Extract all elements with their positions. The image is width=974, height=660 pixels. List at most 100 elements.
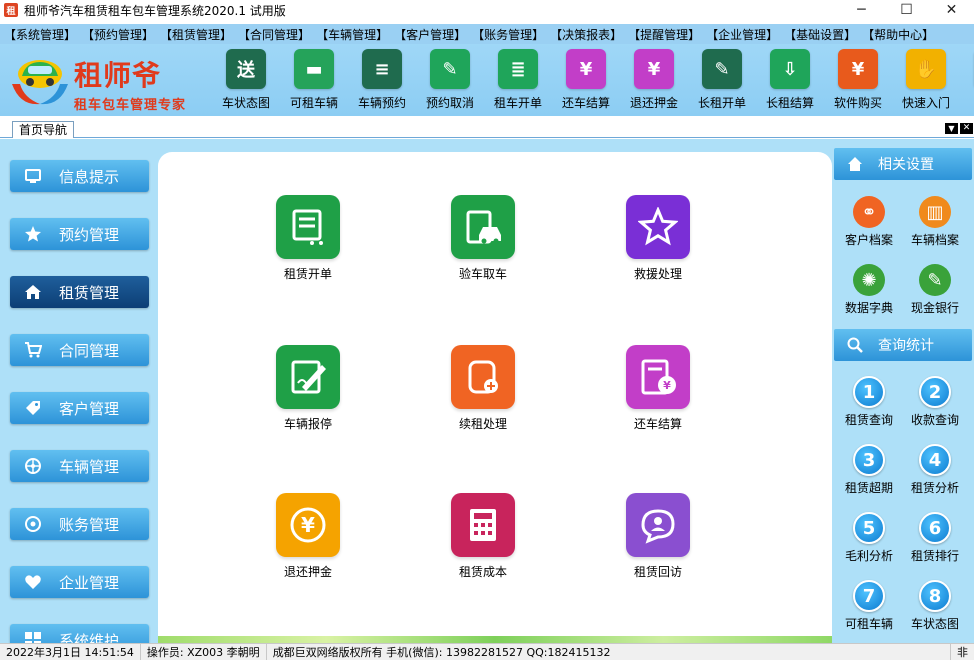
menu-contract[interactable]: 【合同管理】 xyxy=(238,26,310,43)
toolbar-button-4[interactable]: ✎ 预约取消 xyxy=(416,49,484,113)
toolbar-label: 长租结算 xyxy=(765,96,814,110)
toolbar-button-10[interactable]: ¥ 软件购买 xyxy=(824,49,892,113)
toolbar-button-1[interactable]: 送车状态图 xyxy=(212,49,280,113)
toolbar-button-12[interactable]: ⏻退出 xyxy=(960,49,974,113)
stat-label: 租赁分析 xyxy=(910,481,959,495)
function-label: 续租处理 xyxy=(458,417,507,431)
stat-1[interactable]: 1 租赁查询 xyxy=(836,376,902,428)
function-vehicle-stop[interactable]: 车辆报停 xyxy=(253,345,363,432)
menu-enterprise[interactable]: 【企业管理】 xyxy=(706,26,778,43)
toolbar-button-2[interactable]: ▬ 可租车辆 xyxy=(280,49,348,113)
nav-label: 车辆管理 xyxy=(59,457,120,476)
menu-booking[interactable]: 【预约管理】 xyxy=(82,26,154,43)
function-calculator[interactable]: 租赁成本 xyxy=(428,493,538,580)
nav-button-3[interactable]: 租赁管理 xyxy=(10,276,149,308)
stat-7[interactable]: 7 可租车辆 xyxy=(836,580,902,632)
scan-icon: ⇩ xyxy=(770,49,810,89)
nav-button-8[interactable]: 企业管理 xyxy=(10,566,149,598)
menu-reminders[interactable]: 【提醒管理】 xyxy=(628,26,700,43)
deposit-refund-icon: ¥ xyxy=(276,493,340,557)
setting-3[interactable]: ✺ 数据字典 xyxy=(836,264,902,316)
setting-label: 车辆档案 xyxy=(910,233,959,247)
menu-reports[interactable]: 【决策报表】 xyxy=(550,26,622,43)
toolbar-button-9[interactable]: ⇩ 长租结算 xyxy=(756,49,824,113)
status-datetime: 2022年3月1日 14:51:54 xyxy=(0,644,141,660)
function-chat-visit[interactable]: 租赁回访 xyxy=(603,493,713,580)
renewal-icon xyxy=(451,345,515,409)
minimize-button[interactable]: ─ xyxy=(839,0,884,20)
tab-home-nav[interactable]: 首页导航 xyxy=(12,121,75,138)
menu-accounts[interactable]: 【账务管理】 xyxy=(472,26,544,43)
stat-4[interactable]: 4 租赁分析 xyxy=(902,444,968,496)
function-renewal[interactable]: 续租处理 xyxy=(428,345,538,432)
function-label: 退还押金 xyxy=(283,565,332,579)
setting-label: 现金银行 xyxy=(910,301,959,315)
number-4-icon: 4 xyxy=(919,444,951,476)
shopping-icon: ¥ xyxy=(838,49,878,89)
rescue-star-icon xyxy=(626,195,690,259)
setting-4[interactable]: ✎ 现金银行 xyxy=(902,264,968,316)
setting-1[interactable]: ⚭ 客户档案 xyxy=(836,196,902,248)
toolbar-button-6[interactable]: ¥ 还车结算 xyxy=(552,49,620,113)
nav-label: 客户管理 xyxy=(59,399,120,418)
nav-button-2[interactable]: 预约管理 xyxy=(10,218,149,250)
function-deposit-refund[interactable]: ¥ 退还押金 xyxy=(253,493,363,580)
rental-order-icon xyxy=(276,195,340,259)
menu-help[interactable]: 【帮助中心】 xyxy=(862,26,934,43)
toolbar-button-5[interactable]: ≣ 租车开单 xyxy=(484,49,552,113)
stat-6[interactable]: 6 租赁排行 xyxy=(902,512,968,564)
setting-2[interactable]: ▥ 车辆档案 xyxy=(902,196,968,248)
nav-label: 合同管理 xyxy=(59,341,120,360)
function-label: 租赁成本 xyxy=(458,565,507,579)
steering-icon xyxy=(23,456,43,476)
gear-icon: ✺ xyxy=(853,264,885,296)
related-settings-header: 相关设置 xyxy=(834,148,972,180)
menu-vehicle[interactable]: 【车辆管理】 xyxy=(316,26,388,43)
menu-system[interactable]: 【系统管理】 xyxy=(4,26,76,43)
stat-label: 租赁排行 xyxy=(910,549,959,563)
delivery-truck-icon: 送 xyxy=(226,49,266,89)
nav-button-6[interactable]: 车辆管理 xyxy=(10,450,149,482)
status-copyright: 成都巨双网络版权所有 手机(微信): 13982281527 QQ:182415… xyxy=(267,644,951,660)
stat-label: 租赁查询 xyxy=(844,413,893,427)
function-rental-order[interactable]: 租赁开单 xyxy=(253,195,363,282)
function-return-settlement[interactable]: ¥ 还车结算 xyxy=(603,345,713,432)
function-label: 车辆报停 xyxy=(283,417,332,431)
stat-5[interactable]: 5 毛利分析 xyxy=(836,512,902,564)
maximize-button[interactable]: ☐ xyxy=(884,0,929,20)
tab-close-icon[interactable]: ✕ xyxy=(960,123,973,134)
stat-label: 可租车辆 xyxy=(844,617,893,631)
toolbar-label: 可租车辆 xyxy=(289,96,338,110)
menu-rental[interactable]: 【租赁管理】 xyxy=(160,26,232,43)
calculator-icon xyxy=(451,493,515,557)
toolbar-button-11[interactable]: ✋ 快速入门 xyxy=(892,49,960,113)
toolbar-button-3[interactable]: ≡ 车辆预约 xyxy=(348,49,416,113)
nav-button-1[interactable]: 信息提示 xyxy=(10,160,149,192)
tab-bar: 首页导航 ▼ ✕ xyxy=(0,116,974,138)
function-car-inspection[interactable]: 验车取车 xyxy=(428,195,538,282)
toolbar-button-7[interactable]: ¥ 退还押金 xyxy=(620,49,688,113)
nav-button-4[interactable]: 合同管理 xyxy=(10,334,149,366)
nav-button-5[interactable]: 客户管理 xyxy=(10,392,149,424)
toolbar-label: 退还押金 xyxy=(629,96,678,110)
tag-icon xyxy=(23,398,43,418)
number-7-icon: 7 xyxy=(853,580,885,612)
menu-basic-settings[interactable]: 【基础设置】 xyxy=(784,26,856,43)
toolbar-label: 长租开单 xyxy=(697,96,746,110)
close-button[interactable]: ✕ xyxy=(929,0,974,20)
toolbar-button-8[interactable]: ✎ 长租开单 xyxy=(688,49,756,113)
car-inspection-icon xyxy=(451,195,515,259)
monitor-icon xyxy=(23,166,43,186)
query-stats-header: 查询统计 xyxy=(834,329,972,361)
nav-button-7[interactable]: 账务管理 xyxy=(10,508,149,540)
toolbar-label: 车辆预约 xyxy=(357,96,406,110)
stat-2[interactable]: 2 收款查询 xyxy=(902,376,968,428)
function-rescue-star[interactable]: 救援处理 xyxy=(603,195,713,282)
tab-list-arrow-icon[interactable]: ▼ xyxy=(945,123,958,134)
toolbar: 租师爷 租车包车管理专家 送车状态图 ▬ 可租车辆 ≡ 车辆预约 ✎ 预约取消 ≣ 租车开单 ¥ 还… xyxy=(0,44,974,116)
stat-8[interactable]: 8 车状态图 xyxy=(902,580,968,632)
right-panel: 相关设置 ⚭ 客户档案 ▥ 车辆档案 ✺ 数据字典 ✎ 现金银行 查询统计 1 租赁查询 2 收款查… xyxy=(832,139,974,643)
stat-3[interactable]: 3 租赁超期 xyxy=(836,444,902,496)
menu-customer[interactable]: 【客户管理】 xyxy=(394,26,466,43)
svg-text:¥: ¥ xyxy=(301,513,315,537)
